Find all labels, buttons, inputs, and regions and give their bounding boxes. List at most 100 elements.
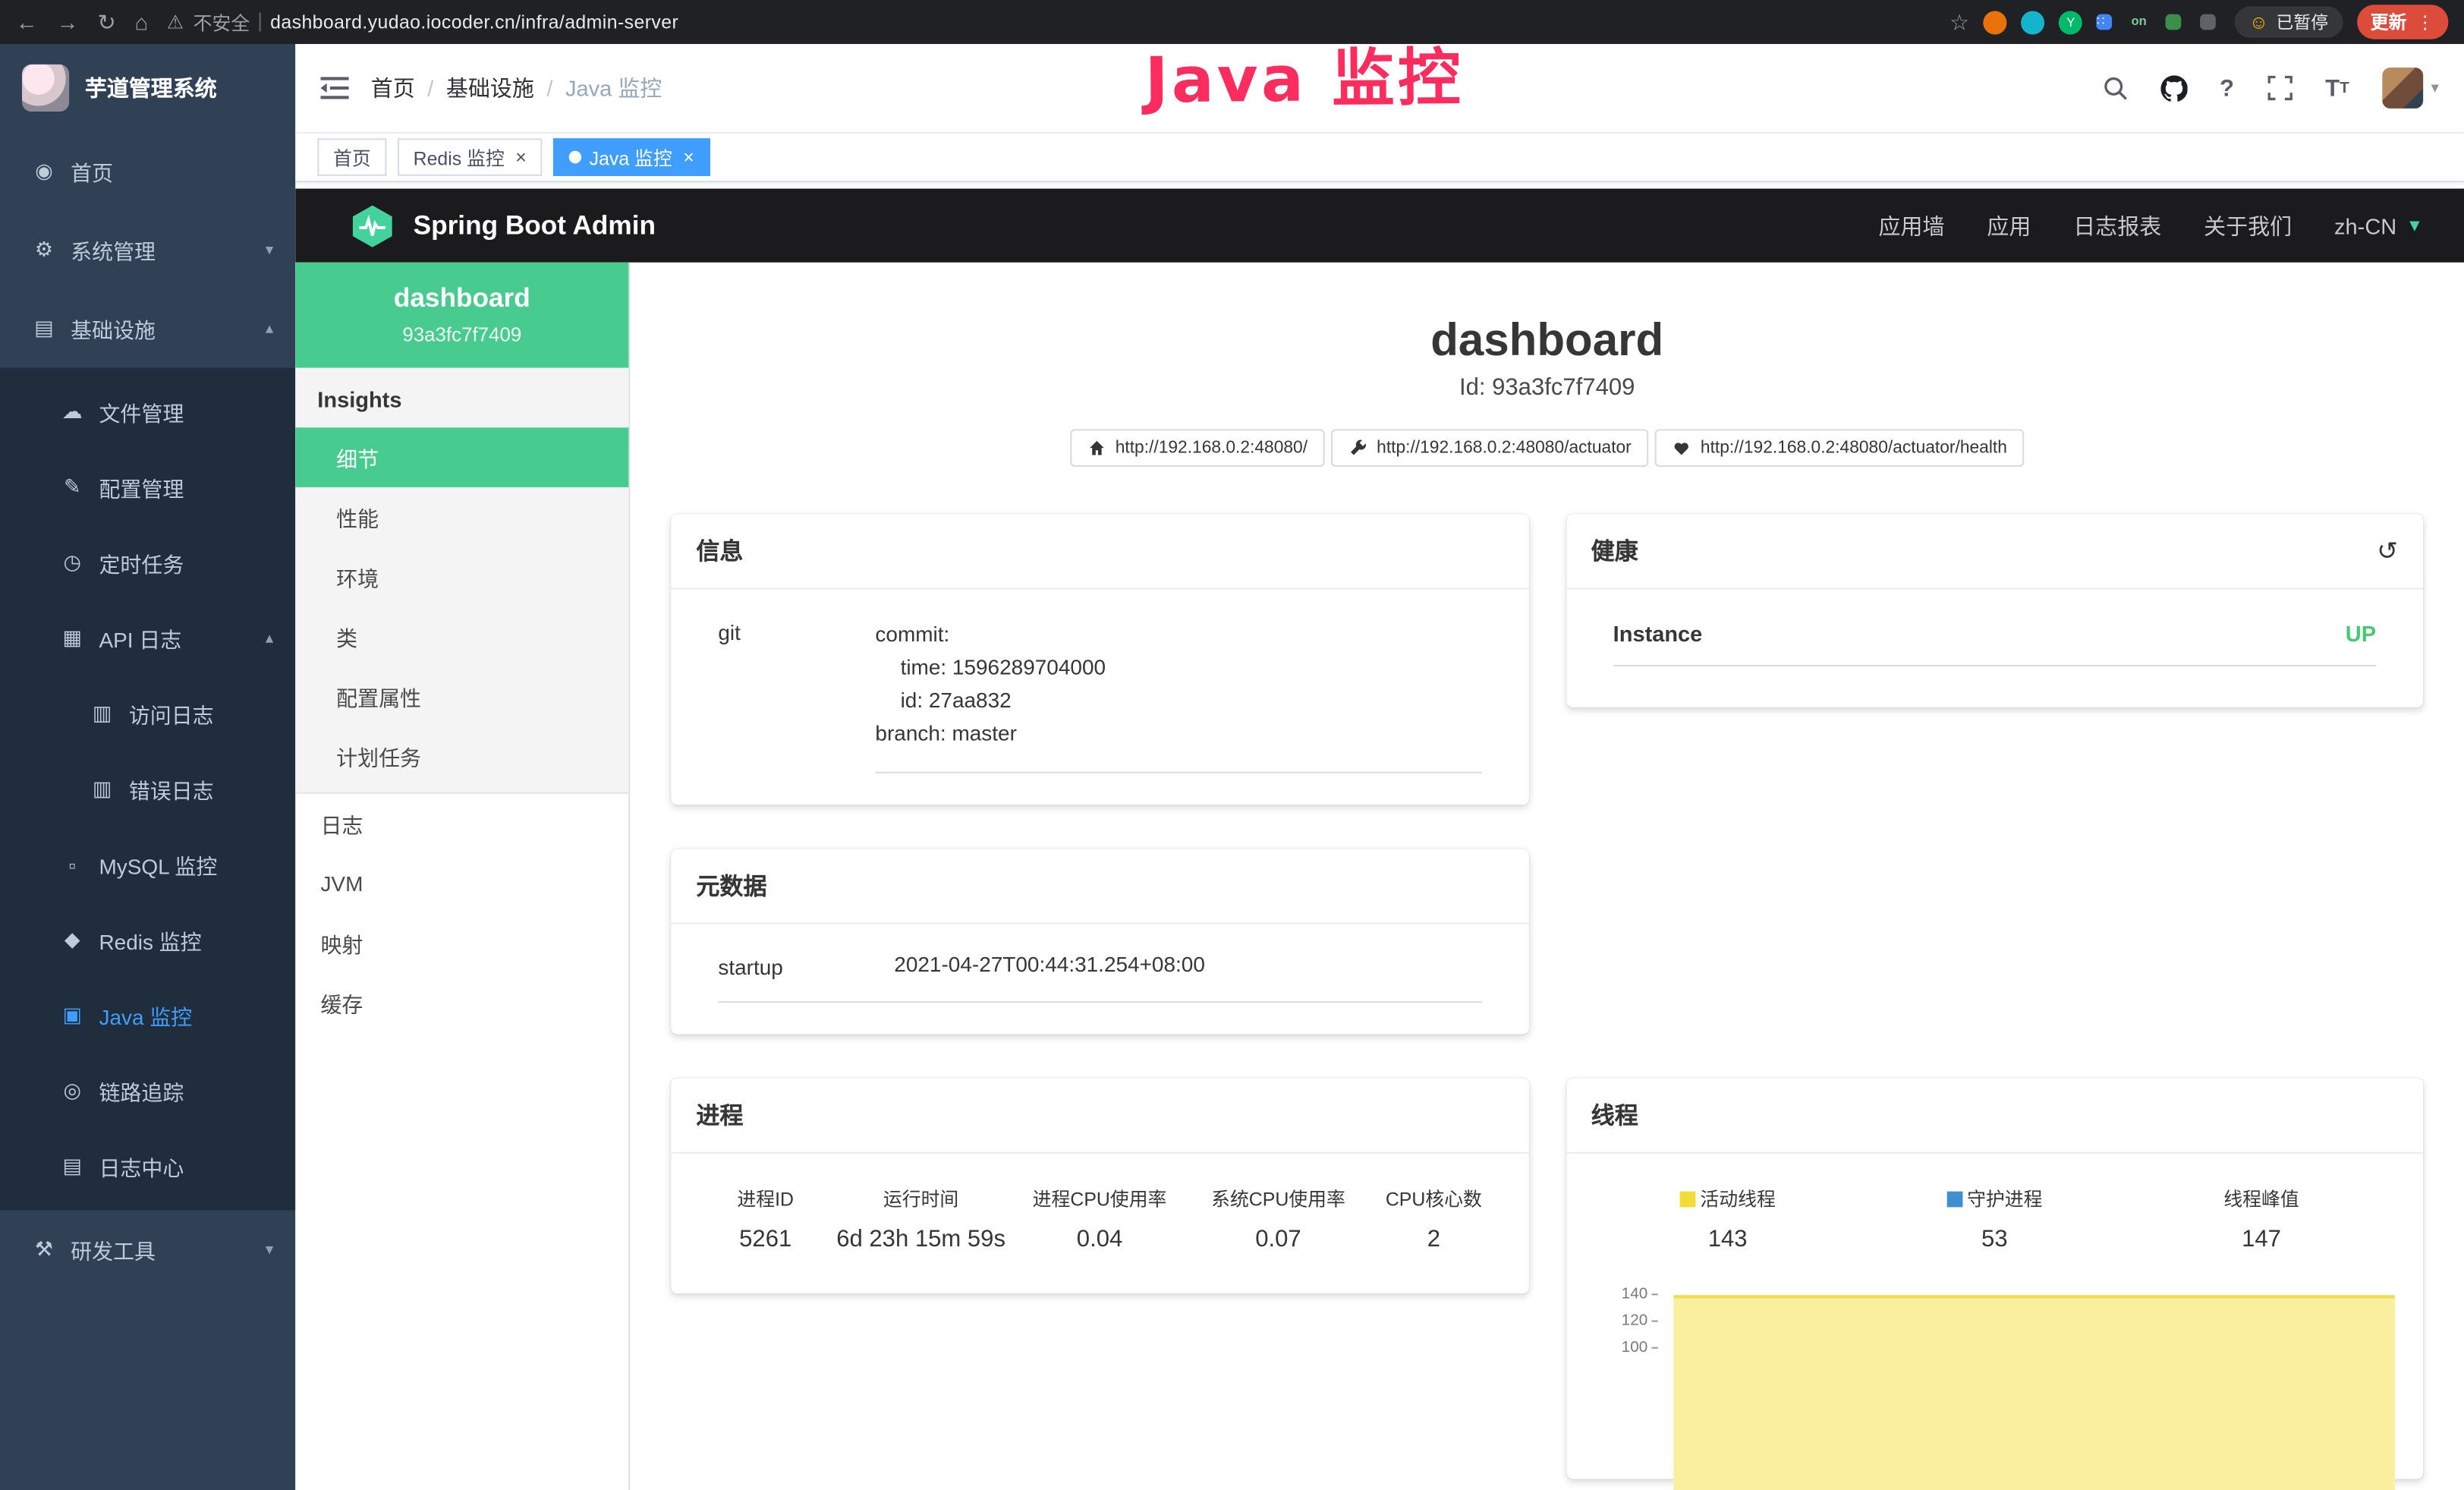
- smiley-icon: ☺: [2249, 11, 2268, 33]
- extension-icon-blue-grid[interactable]: ∷: [2097, 14, 2113, 30]
- kebab-menu-icon[interactable]: ⋮: [2416, 11, 2434, 33]
- sba-menu-caches[interactable]: 缓存: [295, 973, 628, 1033]
- service-url-link[interactable]: http://192.168.0.2:48080/: [1070, 429, 1325, 467]
- locale-select[interactable]: zh-CN ▼: [2334, 213, 2423, 238]
- sidebar-item-api-logs[interactable]: ▦ API 日志 ▴: [0, 600, 295, 676]
- sba-menu-jvm[interactable]: JVM: [295, 853, 628, 913]
- process-col-uptime: 运行时间 6d 23h 15m 59s: [832, 1185, 1010, 1252]
- sidebar-item-log-center[interactable]: ▤ 日志中心: [0, 1129, 295, 1204]
- tags-view: 首页 Redis 监控 × Java 监控 ×: [295, 134, 2464, 182]
- forward-icon[interactable]: →: [57, 9, 79, 34]
- tab-java-monitor[interactable]: Java 监控 ×: [553, 138, 710, 176]
- daemon-threads-swatch: [1946, 1192, 1962, 1208]
- sba-menu-scheduled-tasks[interactable]: 计划任务: [295, 726, 628, 786]
- extension-icon-green[interactable]: Y: [2059, 10, 2082, 33]
- process-col-pid: 进程ID 5261: [700, 1185, 832, 1252]
- sidebar-item-java-monitor[interactable]: ▣ Java 监控: [0, 978, 295, 1053]
- sidebar-item-error-logs[interactable]: ▥ 错误日志: [0, 751, 295, 827]
- address-bar[interactable]: ⚠ 不安全 dashboard.yudao.iocoder.cn/infra/a…: [167, 8, 678, 35]
- back-icon[interactable]: ←: [16, 9, 38, 34]
- sidebar-item-access-logs[interactable]: ▥ 访问日志: [0, 676, 295, 751]
- extension-icon-leaf[interactable]: [2166, 14, 2182, 30]
- close-icon[interactable]: ×: [683, 148, 694, 167]
- metadata-card: 元数据 startup 2021-04-27T00:44:31.254+08:0…: [671, 849, 1528, 1034]
- chevron-down-icon: ▾: [266, 1241, 273, 1258]
- help-icon[interactable]: ?: [2220, 74, 2234, 101]
- sidebar-item-scheduled-jobs[interactable]: ◷ 定时任务: [0, 525, 295, 600]
- bookmark-star-icon[interactable]: ☆: [1949, 8, 1969, 35]
- fullscreen-icon[interactable]: [2267, 75, 2292, 100]
- extension-icon-orange[interactable]: [1984, 10, 2007, 33]
- actuator-url-link[interactable]: http://192.168.0.2:48080/actuator: [1331, 429, 1648, 467]
- sidebar-item-redis-monitor[interactable]: ◆ Redis 监控: [0, 903, 295, 978]
- reload-icon[interactable]: ↻: [97, 8, 115, 35]
- sba-header: Spring Boot Admin 应用墙 应用 日志报表 关于我们 zh-CN…: [295, 188, 2464, 262]
- sidebar-item-file-mgmt[interactable]: ☁ 文件管理: [0, 374, 295, 449]
- sba-nav-journal[interactable]: 日志报表: [2073, 209, 2161, 241]
- live-threads-area: [1673, 1295, 2395, 1490]
- sidebar-item-mysql-monitor[interactable]: ▫ MySQL 监控: [0, 827, 295, 902]
- info-card: 信息 git commit: time: 1596289704000 id: 2: [671, 514, 1528, 805]
- breadcrumb-infra[interactable]: 基础设施: [446, 72, 534, 103]
- tab-redis-monitor[interactable]: Redis 监控 ×: [398, 138, 543, 176]
- sba-menu-logs[interactable]: 日志: [295, 794, 628, 854]
- sba-menu-classes[interactable]: 类: [295, 606, 628, 666]
- health-row-instance[interactable]: Instance UP: [1613, 599, 2376, 666]
- sba-menu-environment[interactable]: 环境: [295, 547, 628, 607]
- page-subtitle: Id: 93a3fc7f7409: [630, 374, 2464, 401]
- sidebar-item-home[interactable]: ◉ 首页: [0, 132, 295, 211]
- eye-icon: ◎: [60, 1079, 85, 1104]
- user-menu[interactable]: ▾: [2382, 68, 2439, 109]
- metadata-row-startup: startup 2021-04-27T00:44:31.254+08:00: [718, 934, 1481, 1003]
- history-icon[interactable]: ↺: [2377, 535, 2398, 566]
- health-card: 健康 ↺ Instance UP: [1566, 514, 2424, 707]
- y-tick-label: 120: [1622, 1312, 1648, 1330]
- paused-badge[interactable]: ☺ 已暂停: [2235, 6, 2342, 37]
- monitor-icon: ▣: [60, 1003, 85, 1028]
- log-icon: ▤: [60, 1154, 85, 1179]
- sba-menu-mappings[interactable]: 映射: [295, 913, 628, 973]
- sba-menu-details[interactable]: 细节: [295, 427, 628, 487]
- instance-block[interactable]: dashboard 93a3fc7f7409: [295, 263, 628, 368]
- security-warning-label: 不安全: [194, 8, 250, 35]
- extension-icon-teal[interactable]: [2022, 10, 2045, 33]
- cards-grid: 信息 git commit: time: 1596289704000 id: 2: [630, 467, 2464, 1479]
- y-tick-label: 100: [1622, 1339, 1648, 1356]
- health-url-link[interactable]: http://192.168.0.2:48080/actuator/health: [1655, 429, 2025, 467]
- sidebar-item-dev-tools[interactable]: ⚒ 研发工具 ▾: [0, 1211, 295, 1290]
- database-icon: ◆: [60, 928, 85, 953]
- sidebar-toggle-icon[interactable]: [320, 75, 348, 100]
- sidebar-item-system[interactable]: ⚙ 系统管理 ▾: [0, 210, 295, 289]
- browser-chrome: ← → ↻ ⌂ ⚠ 不安全 dashboard.yudao.iocoder.cn…: [0, 0, 2464, 44]
- sba-brand[interactable]: Spring Boot Admin: [349, 202, 656, 249]
- home-icon: [1087, 439, 1106, 458]
- active-dot: [569, 151, 582, 164]
- sba-nav-about[interactable]: 关于我们: [2204, 209, 2292, 241]
- main-panel: 首页 / 基础设施 / Java 监控 ?: [295, 44, 2464, 1490]
- spring-boot-admin: Spring Boot Admin 应用墙 应用 日志报表 关于我们 zh-CN…: [295, 188, 2464, 1490]
- sba-menu-performance[interactable]: 性能: [295, 487, 628, 547]
- sidebar-item-config-mgmt[interactable]: ✎ 配置管理: [0, 449, 295, 524]
- sba-menu-config-props[interactable]: 配置属性: [295, 666, 628, 726]
- app-sidebar: 芋道管理系统 ◉ 首页 ⚙ 系统管理 ▾ ▤ 基础设施 ▴: [0, 44, 295, 1490]
- app-logo[interactable]: 芋道管理系统: [0, 44, 295, 132]
- breadcrumb-home[interactable]: 首页: [371, 72, 415, 103]
- home-icon[interactable]: ⌂: [135, 9, 149, 34]
- tab-home[interactable]: 首页: [317, 138, 386, 176]
- update-button[interactable]: 更新 ⋮: [2356, 5, 2448, 39]
- threads-card-header: 线程: [1566, 1079, 2424, 1154]
- github-icon[interactable]: [2160, 74, 2186, 101]
- font-size-icon[interactable]: TT: [2325, 74, 2349, 101]
- extensions-puzzle-icon[interactable]: [2201, 14, 2217, 30]
- sidebar-item-infra[interactable]: ▤ 基础设施 ▴: [0, 289, 295, 368]
- heart-icon: [1673, 439, 1691, 458]
- sba-nav-wall[interactable]: 应用墙: [1879, 209, 1945, 241]
- sidebar-item-tracing[interactable]: ◎ 链路追踪: [0, 1053, 295, 1128]
- document-icon: ▥: [90, 701, 115, 726]
- pencil-icon: ✎: [60, 474, 85, 499]
- sba-nav-applications[interactable]: 应用: [1987, 209, 2031, 241]
- extension-on-badge[interactable]: on: [2131, 14, 2147, 30]
- search-icon[interactable]: [2102, 75, 2127, 100]
- app-title: 芋道管理系统: [85, 72, 217, 103]
- close-icon[interactable]: ×: [515, 148, 527, 167]
